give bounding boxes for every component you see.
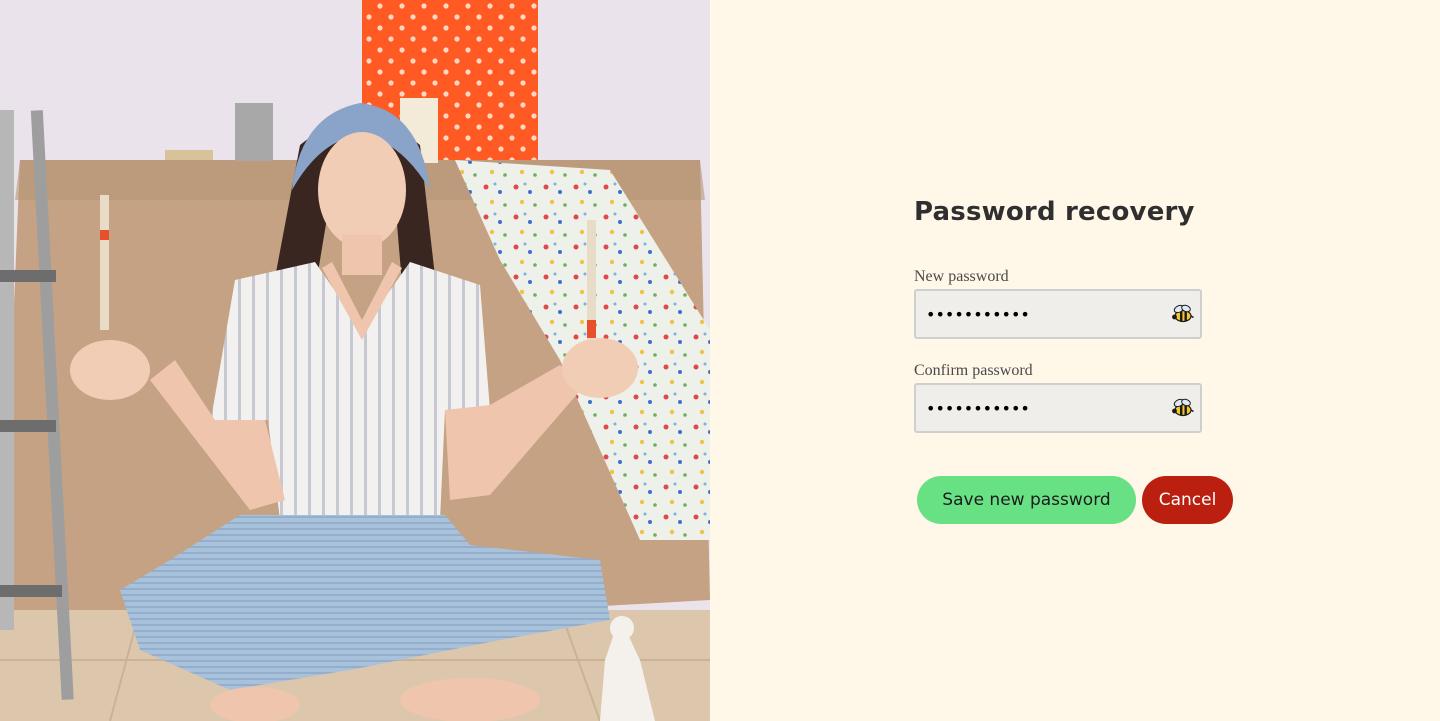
page-title: Password recovery [914,197,1195,227]
hero-photo-illustration [0,0,710,721]
new-password-field-wrapper [914,289,1202,339]
bee-icon-graphic [1172,304,1194,323]
confirm-password-input[interactable] [916,385,1156,431]
cancel-button[interactable]: Cancel [1142,476,1233,524]
confirm-password-label: Confirm password [914,362,1033,379]
confirm-password-field-wrapper [914,383,1202,433]
password-recovery-form: Password recovery New password Confirm p… [914,194,1244,524]
new-password-label: New password [914,268,1009,285]
save-new-password-button[interactable]: Save new password [917,476,1136,524]
bee-icon-graphic [1172,398,1194,417]
bee-icon[interactable] [1170,302,1194,326]
new-password-input[interactable] [916,291,1156,337]
hero-photo [0,0,710,721]
bee-icon[interactable] [1170,396,1194,420]
form-panel: Password recovery New password Confirm p… [710,0,1440,721]
